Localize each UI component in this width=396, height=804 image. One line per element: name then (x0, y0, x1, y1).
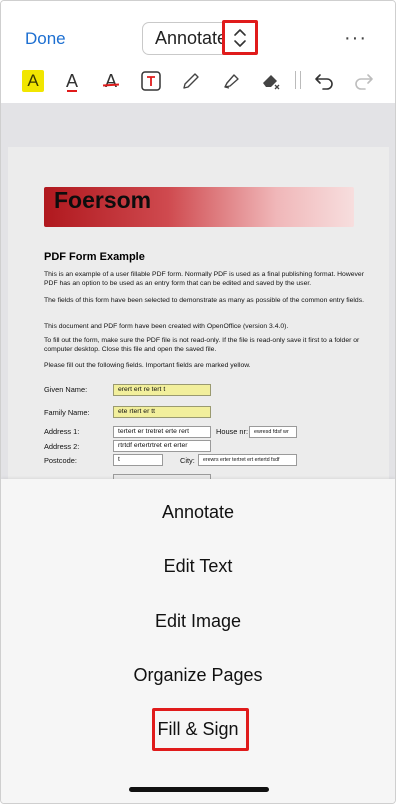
paragraph: This is an example of a user fillable PD… (44, 271, 364, 287)
text-color-icon: A (65, 70, 78, 92)
city-field[interactable]: erewrs erter tertret ert ertertd fsdf (198, 454, 297, 466)
text-color-tool[interactable]: A (59, 67, 85, 95)
toolbar-divider (300, 71, 301, 89)
mode-menu-sheet (1, 479, 395, 803)
address2-label: Address 2: (44, 442, 80, 451)
mode-stepper-button[interactable] (222, 20, 258, 55)
house-nr-field[interactable]: ewresd fdsf wr (249, 426, 297, 438)
annotation-toolbar: A A A (1, 63, 395, 103)
address1-label: Address 1: (44, 427, 80, 436)
menu-item-edit-image[interactable]: Edit Image (1, 611, 395, 632)
paragraph: The fields of this form have been select… (44, 297, 364, 304)
given-name-label: Given Name: (44, 385, 88, 394)
redo-icon (355, 74, 373, 90)
postcode-label: Postcode: (44, 456, 77, 465)
document-title: PDF Form Example (44, 251, 145, 263)
city-label: City: (180, 456, 195, 465)
screen: Done Annotate ··· A A A Foersom PDF Form… (0, 0, 396, 804)
mode-selector-value: Annotate (155, 28, 228, 48)
done-button[interactable]: Done (25, 29, 66, 49)
undo-icon (315, 74, 333, 90)
fill-sign-highlight-box (152, 708, 249, 751)
toolbar-divider (295, 71, 296, 89)
postcode-field[interactable]: t (113, 454, 163, 466)
address2-field[interactable]: rtrtdf ertertrtret ert erter (113, 440, 211, 452)
menu-item-edit-text[interactable]: Edit Text (1, 556, 395, 577)
top-bar: Done Annotate ··· (1, 1, 395, 63)
paragraph: Please fill out the following fields. Im… (44, 362, 251, 369)
highlight-text-icon[interactable]: A (22, 70, 44, 92)
menu-item-annotate[interactable]: Annotate (1, 502, 395, 523)
banner-title: Foersom (54, 187, 152, 213)
pencil-tool[interactable] (178, 67, 204, 95)
paragraph: To fill out the form, make sure the PDF … (44, 337, 360, 353)
undo-button[interactable] (311, 67, 337, 95)
text-box-tool[interactable] (138, 67, 164, 95)
menu-item-organize-pages[interactable]: Organize Pages (1, 665, 395, 686)
pencil-icon (183, 73, 199, 89)
pdf-page: Foersom PDF Form Example This is an exam… (8, 147, 389, 487)
given-name-field[interactable]: erert ert re tert t (113, 384, 211, 396)
strikethrough-icon: A (104, 70, 117, 91)
more-options-button[interactable]: ··· (344, 27, 367, 50)
eraser-tool[interactable] (258, 67, 284, 95)
eraser-icon (263, 75, 280, 90)
house-nr-label: House nr: (216, 427, 249, 436)
family-name-label: Family Name: (44, 408, 90, 417)
highlighter-tool[interactable] (218, 67, 244, 95)
redo-button[interactable] (351, 67, 377, 95)
strikethrough-tool[interactable]: A (98, 67, 124, 95)
address1-field[interactable]: tertert er tretret erte rert (113, 426, 211, 438)
family-name-field[interactable]: ete rtert er tt (113, 406, 211, 418)
paragraph: This document and PDF form have been cre… (44, 323, 289, 330)
text-box-icon (141, 71, 161, 91)
home-indicator (129, 787, 269, 792)
chevron-up-down-icon (234, 28, 246, 47)
highlighter-icon (224, 74, 239, 89)
